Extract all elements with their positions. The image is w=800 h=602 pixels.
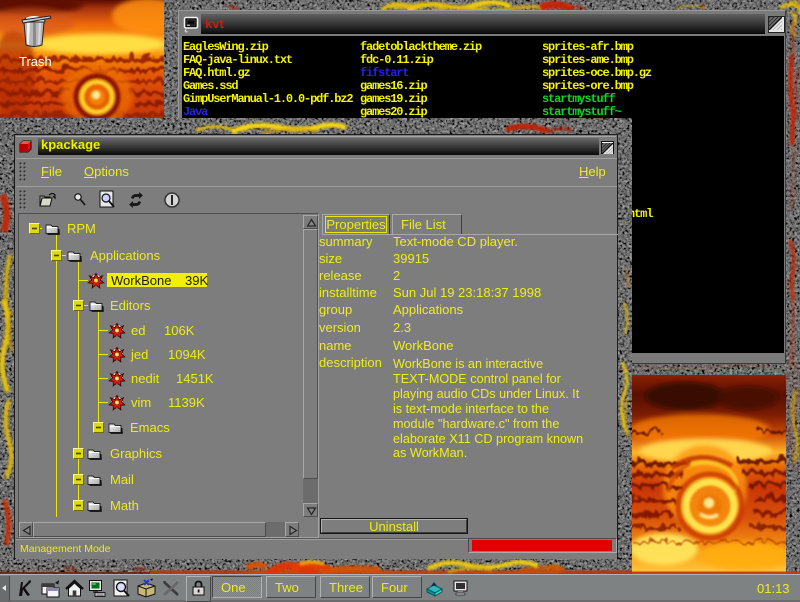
svg-text:106K: 106K (164, 323, 195, 338)
svg-text:vim: vim (131, 395, 151, 410)
svg-text:1451K: 1451K (176, 371, 214, 386)
svg-text:Math: Math (110, 498, 139, 513)
svg-text:1139K: 1139K (168, 395, 205, 410)
svg-text:Applications: Applications (90, 248, 161, 263)
svg-text:1094K: 1094K (168, 347, 206, 362)
svg-text:jed: jed (130, 347, 148, 362)
svg-text:Emacs: Emacs (130, 420, 170, 435)
svg-text:Editors: Editors (110, 298, 151, 313)
svg-text:39K: 39K (185, 273, 208, 288)
svg-text:RPM: RPM (67, 221, 96, 236)
svg-text:WorkBone: WorkBone (111, 273, 171, 288)
svg-text:Mail: Mail (110, 472, 134, 487)
svg-text:Graphics: Graphics (110, 446, 163, 461)
svg-text:ed: ed (131, 323, 145, 338)
svg-text:nedit: nedit (131, 371, 160, 386)
